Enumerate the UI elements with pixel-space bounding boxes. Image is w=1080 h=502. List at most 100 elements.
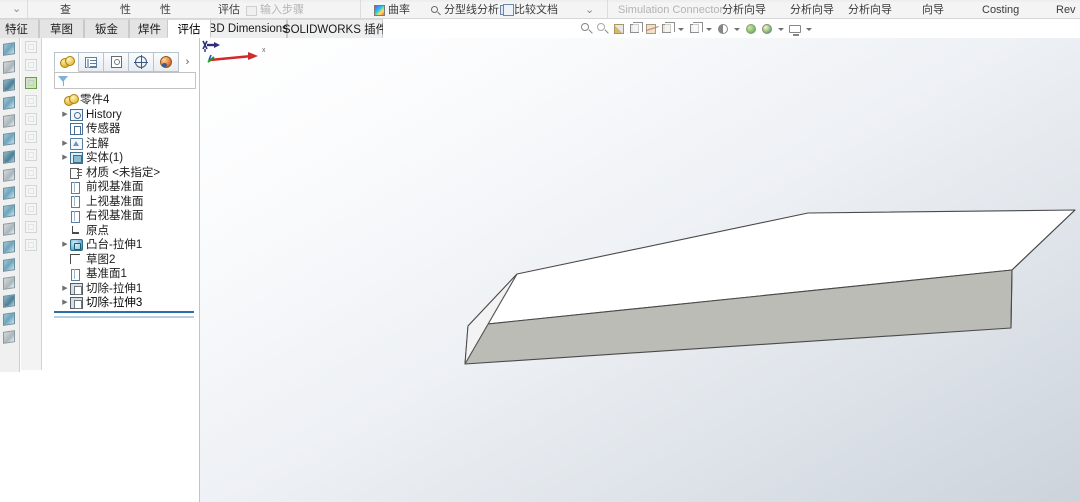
- tree-node-2[interactable]: 传感器: [54, 122, 200, 137]
- swept-cut-icon[interactable]: [1, 185, 18, 202]
- tree-node-0[interactable]: 零件4: [54, 93, 200, 108]
- expand-arrow-icon[interactable]: ▶: [60, 296, 70, 310]
- expand-arrow-icon[interactable]: ▶: [60, 282, 70, 296]
- revolve-boss-icon[interactable]: [1, 59, 18, 76]
- view-settings-icon[interactable]: [760, 22, 774, 36]
- graphics-area[interactable]: x: [200, 38, 1080, 502]
- ribbon-item-analysis-wizard-2[interactable]: 分析向导: [790, 4, 834, 17]
- display-screen-icon[interactable]: [788, 22, 802, 36]
- tab-mbd-dimensions[interactable]: MBD Dimensions: [200, 19, 287, 38]
- tab-solidworks-addins[interactable]: SOLIDWORKS 插件: [287, 19, 383, 38]
- dimxpert-manager-tab[interactable]: [129, 52, 154, 72]
- tree-node-6[interactable]: 前视基准面: [54, 180, 200, 195]
- search-icon[interactable]: [23, 220, 39, 235]
- tree-node-7[interactable]: 上视基准面: [54, 195, 200, 210]
- shell-icon[interactable]: [1, 293, 18, 310]
- tree-node-3[interactable]: ▶注解: [54, 137, 200, 152]
- linear-pattern-icon[interactable]: [1, 239, 18, 256]
- tree-filter-box[interactable]: [54, 72, 196, 89]
- custom-properties-icon[interactable]: [23, 166, 39, 181]
- more-tabs-button[interactable]: ›: [179, 52, 196, 72]
- view-palette2-icon[interactable]: [23, 238, 39, 253]
- view-palette-icon[interactable]: [23, 58, 39, 73]
- appearances-icon[interactable]: [23, 76, 39, 91]
- zoom-to-fit-icon[interactable]: [580, 22, 594, 36]
- section-view-icon[interactable]: [628, 22, 642, 36]
- fillet-icon[interactable]: [1, 221, 18, 238]
- tree-node-9[interactable]: 原点: [54, 224, 200, 239]
- draft-icon[interactable]: [1, 275, 18, 292]
- tab-weldments[interactable]: 焊件: [129, 19, 170, 38]
- ribbon-item-0[interactable]: 查: [60, 4, 71, 17]
- ribbon-item-1[interactable]: 性: [120, 4, 131, 17]
- tree-node-14[interactable]: ▶切除-拉伸3: [54, 296, 200, 311]
- view-settings-dropdown-icon[interactable]: [778, 28, 784, 31]
- ribbon-item-parting-line-analysis[interactable]: 分型线分析: [430, 4, 499, 17]
- expand-arrow-icon[interactable]: ▶: [60, 238, 70, 252]
- display-manager-tab[interactable]: [154, 52, 179, 72]
- tree-node-4[interactable]: ▶实体(1): [54, 151, 200, 166]
- property-manager-tab[interactable]: [79, 52, 104, 72]
- swept-boss-icon[interactable]: [1, 77, 18, 94]
- ribbon-item-evaluate[interactable]: 评估: [218, 4, 240, 17]
- tree-node-8[interactable]: 右视基准面: [54, 209, 200, 224]
- extrude-boss-icon[interactable]: [1, 41, 18, 58]
- display-style-icon[interactable]: [660, 22, 674, 36]
- zoom-to-area-icon[interactable]: [596, 22, 610, 36]
- ribbon-overflow-arrow[interactable]: ⌄: [585, 4, 594, 17]
- ribbon-collapse-arrow[interactable]: ⌄: [12, 3, 21, 16]
- tab-sheetmetal[interactable]: 钣金: [84, 19, 129, 38]
- ribbon-item-rev[interactable]: Rev: [1056, 4, 1076, 17]
- tree-node-11[interactable]: 草图2: [54, 253, 200, 268]
- tree-node-12[interactable]: 基准面1: [54, 267, 200, 282]
- display-screen-dropdown-icon[interactable]: [806, 28, 812, 31]
- hole-wizard-icon[interactable]: [1, 149, 18, 166]
- tab-evaluate-active[interactable]: 评估: [167, 19, 211, 38]
- edit-appearance-icon[interactable]: [716, 22, 730, 36]
- tab-sketch[interactable]: 草图: [39, 19, 84, 38]
- mirror-icon[interactable]: [1, 311, 18, 328]
- scenes-icon[interactable]: [23, 112, 39, 127]
- expand-arrow-icon[interactable]: ▶: [60, 137, 70, 151]
- lights-icon[interactable]: [23, 130, 39, 145]
- tree-node-8-label: 右视基准面: [86, 209, 144, 223]
- ribbon-item-analysis-wizard-1[interactable]: 分析向导: [722, 4, 766, 17]
- apply-scene-icon[interactable]: [744, 22, 758, 36]
- ribbon-item-curvature[interactable]: 曲率: [374, 4, 410, 17]
- previous-view-icon[interactable]: [612, 22, 626, 36]
- reference-geometry-icon[interactable]: [1, 329, 18, 346]
- tree-node-1[interactable]: ▶History: [54, 108, 200, 123]
- ribbon-item-wizard[interactable]: 向导: [922, 4, 944, 17]
- ribbon-item-costing[interactable]: Costing: [982, 4, 1019, 17]
- tree-node-13[interactable]: ▶切除-拉伸1: [54, 282, 200, 297]
- display-pane-icon[interactable]: [23, 40, 39, 55]
- edit-appearance-dropdown-icon[interactable]: [734, 28, 740, 31]
- decals-icon[interactable]: [23, 94, 39, 109]
- cameras-icon[interactable]: [23, 148, 39, 163]
- tree-node-10[interactable]: ▶凸台-拉伸1: [54, 238, 200, 253]
- feature-manager-tab[interactable]: [54, 52, 79, 72]
- hide-show-items-icon[interactable]: [688, 22, 702, 36]
- hide-show-dropdown-icon[interactable]: [706, 28, 712, 31]
- file-explorer-icon[interactable]: [23, 202, 39, 217]
- tab-features[interactable]: 特征: [0, 19, 39, 38]
- extrude-cut-icon[interactable]: [1, 131, 18, 148]
- view-orientation-icon[interactable]: [644, 22, 658, 36]
- ribbon-item-analysis-wizard-3[interactable]: 分析向导: [848, 4, 892, 17]
- display-style-dropdown-icon[interactable]: [678, 28, 684, 31]
- expand-arrow-icon[interactable]: ▶: [60, 108, 70, 122]
- boundary-boss-icon[interactable]: [1, 113, 18, 130]
- revolve-cut-icon[interactable]: [1, 167, 18, 184]
- lofted-boss-icon[interactable]: [1, 95, 18, 112]
- cut-extrude-icon: [70, 283, 83, 295]
- ribbon-item-input-step[interactable]: 输入步骤: [246, 4, 304, 17]
- ribbon-item-simulation-connector[interactable]: Simulation Connector: [618, 4, 723, 17]
- tree-node-5[interactable]: 材质 <未指定>: [54, 166, 200, 181]
- configuration-manager-tab[interactable]: [104, 52, 129, 72]
- rib-icon[interactable]: [1, 257, 18, 274]
- design-library-icon[interactable]: [23, 184, 39, 199]
- expand-arrow-icon[interactable]: ▶: [60, 151, 70, 165]
- ribbon-item-2[interactable]: 性: [160, 4, 171, 17]
- lofted-cut-icon[interactable]: [1, 203, 18, 220]
- ribbon-item-compare-documents[interactable]: 比较文档: [500, 4, 558, 17]
